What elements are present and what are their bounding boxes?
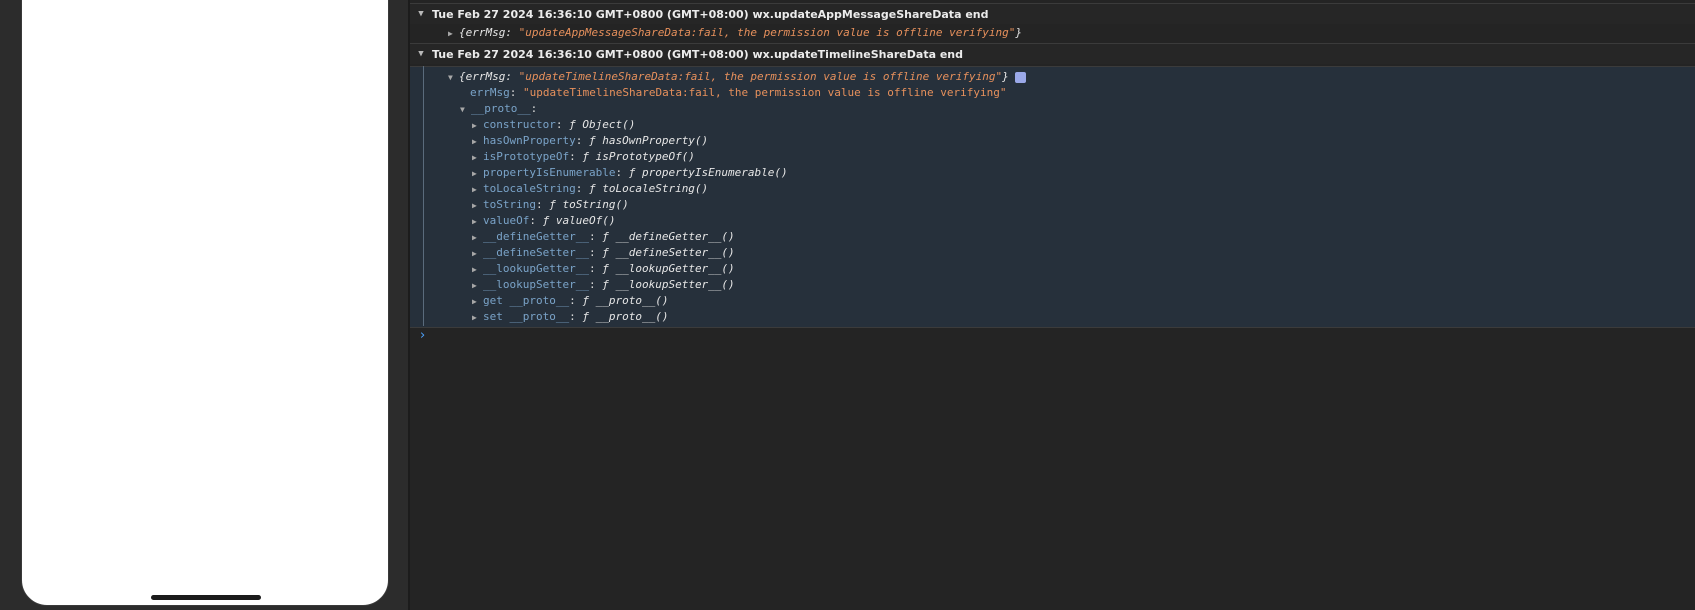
proto-member-row[interactable]: ▶ set __proto__: ƒ __proto__() [472, 309, 668, 325]
triangle-down-icon[interactable]: ▼ [448, 70, 459, 86]
tree-guide-line [423, 66, 424, 326]
function-f-icon: ƒ [602, 278, 616, 291]
function-f-icon: ƒ [602, 230, 616, 243]
function-f-icon: ƒ [588, 182, 603, 195]
function-f-icon: ƒ [602, 246, 616, 259]
info-badge-icon[interactable] [1014, 71, 1026, 83]
triangle-right-icon[interactable]: ▶ [472, 182, 483, 198]
member-function: __defineSetter__() [615, 246, 735, 259]
triangle-right-icon[interactable]: ▶ [472, 214, 483, 230]
member-function: __lookupSetter__() [615, 278, 735, 291]
log-object-summary[interactable]: ▶ {errMsg: "updateAppMessageShareData:fai… [448, 25, 1022, 41]
home-indicator [151, 595, 261, 600]
member-function: __defineGetter__() [615, 230, 735, 243]
member-key: get __proto__ [483, 294, 570, 307]
proto-member-row[interactable]: ▶ toString: ƒ toString() [472, 197, 629, 213]
triangle-right-icon[interactable]: ▶ [472, 246, 483, 262]
triangle-down-icon[interactable]: ▼ [410, 49, 432, 59]
member-function: __proto__() [595, 310, 669, 323]
triangle-right-icon[interactable]: ▶ [472, 262, 483, 278]
function-f-icon: ƒ [549, 198, 563, 211]
property-value: "updateTimelineShareData:fail, the permi… [523, 86, 1007, 99]
log-group-title: Tue Feb 27 2024 16:36:10 GMT+0800 (GMT+0… [432, 7, 989, 21]
triangle-right-icon[interactable]: ▶ [472, 310, 483, 326]
function-f-icon: ƒ [569, 118, 583, 131]
triangle-right-icon[interactable]: ▶ [472, 230, 483, 246]
member-function: hasOwnProperty() [602, 134, 709, 147]
log-group-header[interactable]: ▼ Tue Feb 27 2024 16:36:10 GMT+0800 (GMT… [410, 3, 1695, 24]
member-key: __defineGetter__ [483, 230, 589, 243]
function-f-icon: ƒ [628, 166, 642, 179]
member-key: toLocaleString [483, 182, 576, 195]
triangle-right-icon[interactable]: ▶ [472, 150, 483, 166]
member-key: __lookupGetter__ [483, 262, 589, 275]
triangle-right-icon[interactable]: ▶ [472, 118, 483, 134]
console-panel: ▼ Tue Feb 27 2024 16:36:10 GMT+0800 (GMT… [410, 0, 1695, 610]
member-function: propertyIsEnumerable() [641, 166, 788, 179]
member-key: toString [483, 198, 536, 211]
proto-key: __proto__ [471, 102, 531, 115]
member-key: valueOf [483, 214, 530, 227]
proto-member-row[interactable]: ▶ __lookupSetter__: ƒ __lookupSetter__() [472, 277, 735, 293]
log-group-title: Tue Feb 27 2024 16:36:10 GMT+0800 (GMT+0… [432, 47, 963, 61]
member-function: Object() [582, 118, 636, 131]
triangle-right-icon[interactable]: ▶ [472, 278, 483, 294]
triangle-right-icon[interactable]: ▶ [448, 26, 459, 42]
triangle-down-icon[interactable]: ▼ [460, 102, 471, 118]
proto-member-row[interactable]: ▶ isPrototypeOf: ƒ isPrototypeOf() [472, 149, 695, 165]
triangle-right-icon[interactable]: ▶ [472, 166, 483, 182]
proto-member-row[interactable]: ▶ __defineSetter__: ƒ __defineSetter__() [472, 245, 735, 261]
object-value: "updateTimelineShareData:fail, the permi… [518, 70, 1003, 83]
proto-member-row[interactable]: ▶ valueOf: ƒ valueOf() [472, 213, 615, 229]
proto-member-row[interactable]: ▶ constructor: ƒ Object() [472, 117, 635, 133]
phone-screen[interactable] [21, 0, 389, 606]
function-f-icon: ƒ [582, 310, 596, 323]
function-f-icon: ƒ [602, 262, 616, 275]
object-value: "updateAppMessageShareData:fail, the per… [518, 26, 1016, 39]
triangle-right-icon[interactable]: ▶ [472, 198, 483, 214]
console-prompt[interactable]: › [420, 328, 425, 343]
proto-member-row[interactable]: ▶ hasOwnProperty: ƒ hasOwnProperty() [472, 133, 708, 149]
log-group-header[interactable]: ▼ Tue Feb 27 2024 16:36:10 GMT+0800 (GMT… [410, 43, 1695, 64]
proto-member-row[interactable]: ▶ get __proto__: ƒ __proto__() [472, 293, 668, 309]
member-key: set __proto__ [483, 310, 570, 323]
proto-member-row[interactable]: ▶ propertyIsEnumerable: ƒ propertyIsEnume… [472, 165, 788, 181]
object-key: errMsg [465, 26, 506, 39]
triangle-right-icon[interactable]: ▶ [472, 294, 483, 310]
log-object-summary[interactable]: ▼ {errMsg: "updateTimelineShareData:fail,… [448, 69, 1026, 85]
member-function: __lookupGetter__() [615, 262, 735, 275]
member-key: hasOwnProperty [483, 134, 576, 147]
object-key: errMsg [465, 70, 506, 83]
function-f-icon: ƒ [582, 294, 596, 307]
property-key: errMsg [470, 86, 510, 99]
member-function: toString() [562, 198, 629, 211]
function-f-icon: ƒ [582, 150, 596, 163]
proto-member-row[interactable]: ▶ __lookupGetter__: ƒ __lookupGetter__() [472, 261, 735, 277]
member-key: constructor [483, 118, 556, 131]
member-function: toLocaleString() [602, 182, 709, 195]
proto-node[interactable]: ▼ __proto__: [460, 101, 537, 117]
member-key: __lookupSetter__ [483, 278, 589, 291]
function-f-icon: ƒ [542, 214, 556, 227]
object-property: errMsg: "updateTimelineShareData:fail, t… [470, 86, 1007, 99]
member-function: isPrototypeOf() [595, 150, 695, 163]
member-key: propertyIsEnumerable [483, 166, 616, 179]
simulator-pane [0, 0, 410, 610]
member-function: valueOf() [555, 214, 616, 227]
member-key: isPrototypeOf [483, 150, 570, 163]
member-function: __proto__() [595, 294, 669, 307]
proto-member-row[interactable]: ▶ __defineGetter__: ƒ __defineGetter__() [472, 229, 735, 245]
proto-member-row[interactable]: ▶ toLocaleString: ƒ toLocaleString() [472, 181, 708, 197]
triangle-right-icon[interactable]: ▶ [472, 134, 483, 150]
triangle-down-icon[interactable]: ▼ [410, 9, 432, 19]
function-f-icon: ƒ [588, 134, 603, 147]
member-key: __defineSetter__ [483, 246, 589, 259]
